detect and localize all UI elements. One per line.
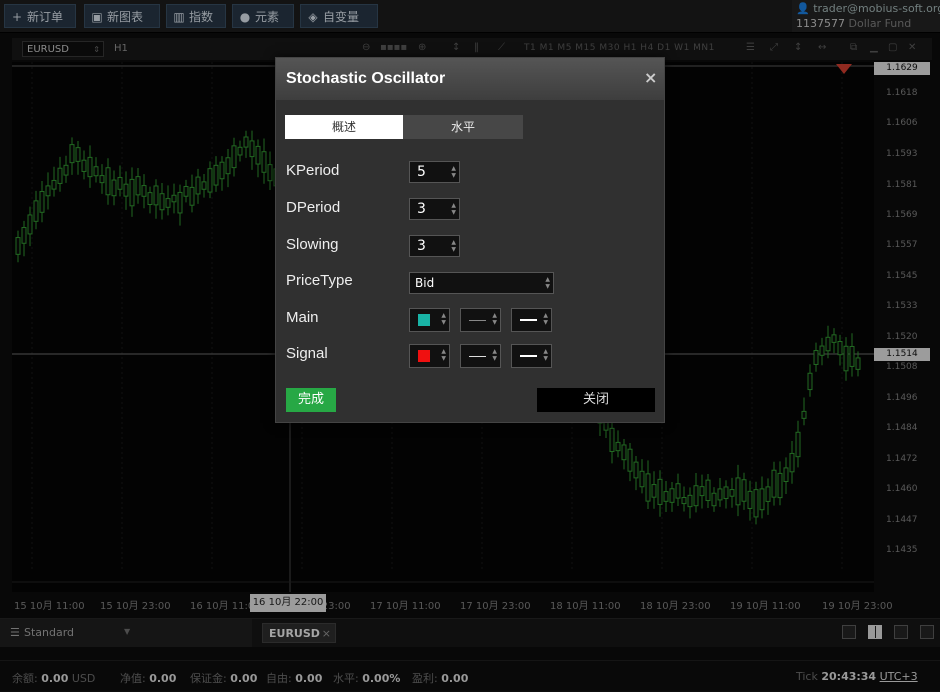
slowing-value: 3	[417, 238, 426, 254]
close-icon[interactable]: ×	[644, 68, 657, 87]
main-width-select[interactable]: ▲ ▼	[511, 308, 552, 332]
main-color-picker[interactable]: ▲ ▼	[409, 308, 450, 332]
tab-overview[interactable]: 概述	[285, 115, 403, 139]
select-arrows-icon: ▲ ▼	[492, 312, 497, 326]
stochastic-dialog: Stochastic Oscillator × 概述 水平 KPeriod 5 ▲…	[275, 57, 665, 423]
signal-style-select[interactable]: ▲ ▼	[460, 344, 501, 368]
select-arrows-icon: ▲ ▼	[441, 348, 446, 362]
price-type-value: Bid	[415, 276, 435, 290]
dialog-title: Stochastic Oscillator	[286, 70, 446, 87]
signal-line-label: Signal	[286, 345, 328, 362]
signal-color-picker[interactable]: ▲ ▼	[409, 344, 450, 368]
signal-width-select[interactable]: ▲ ▼	[511, 344, 552, 368]
kperiod-value: 5	[417, 164, 426, 180]
select-arrows-icon: ▲ ▼	[492, 348, 497, 362]
slowing-stepper[interactable]: 3 ▲ ▼	[409, 235, 460, 257]
select-arrows-icon: ▲ ▼	[543, 348, 548, 362]
stepper-arrows-icon[interactable]: ▲ ▼	[451, 165, 456, 179]
close-button[interactable]: 关闭	[537, 388, 655, 412]
line-width-icon	[520, 319, 537, 321]
select-arrows-icon: ▲ ▼	[441, 312, 446, 326]
select-arrows-icon: ▲ ▼	[543, 312, 548, 326]
dperiod-label: DPeriod	[286, 199, 341, 216]
tab-levels[interactable]: 水平	[403, 115, 523, 139]
select-arrows-icon: ▲ ▼	[545, 276, 550, 290]
color-swatch	[418, 314, 430, 326]
main-line-label: Main	[286, 309, 319, 326]
stepper-arrows-icon[interactable]: ▲ ▼	[451, 239, 456, 253]
stepper-arrows-icon[interactable]: ▲ ▼	[451, 202, 456, 216]
main-style-select[interactable]: ▲ ▼	[460, 308, 501, 332]
price-type-select[interactable]: Bid ▲ ▼	[409, 272, 554, 294]
kperiod-stepper[interactable]: 5 ▲ ▼	[409, 161, 460, 183]
ok-button[interactable]: 完成	[286, 388, 336, 412]
kperiod-label: KPeriod	[286, 162, 340, 179]
dperiod-stepper[interactable]: 3 ▲ ▼	[409, 198, 460, 220]
price-type-label: PriceType	[286, 272, 353, 289]
dialog-header: Stochastic Oscillator ×	[276, 58, 664, 100]
line-style-icon	[469, 320, 486, 321]
dperiod-value: 3	[417, 201, 426, 217]
line-style-icon	[469, 356, 486, 357]
line-width-icon	[520, 355, 537, 357]
slowing-label: Slowing	[286, 236, 339, 253]
color-swatch	[418, 350, 430, 362]
